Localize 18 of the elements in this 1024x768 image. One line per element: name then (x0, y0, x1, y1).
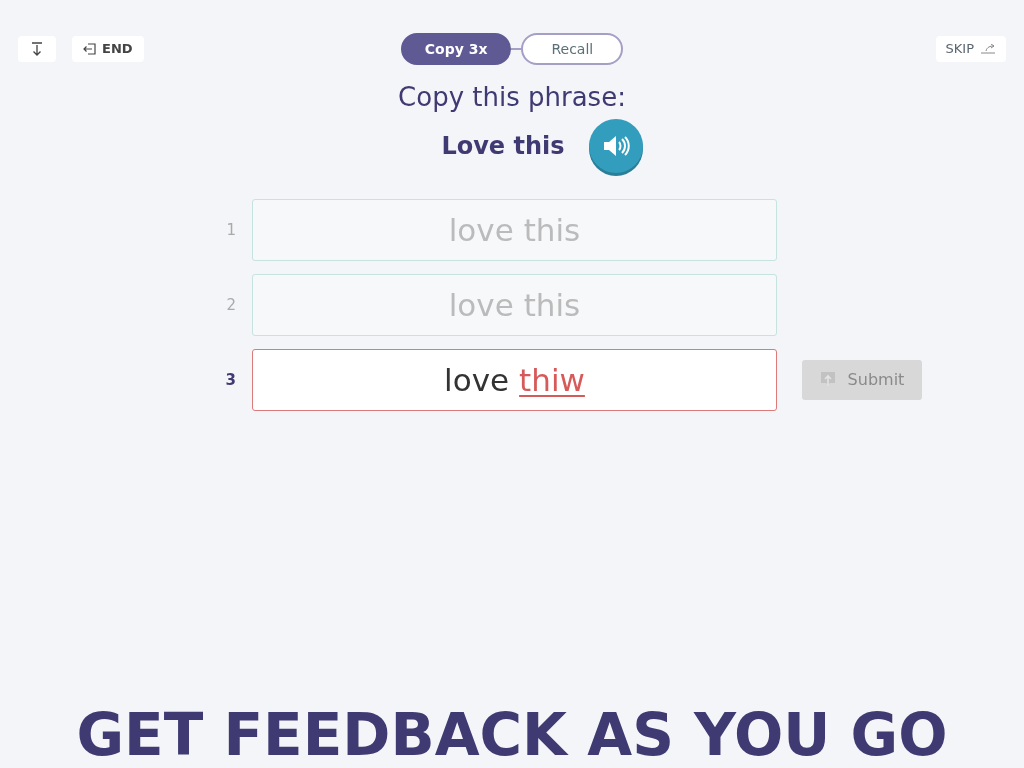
mode-tab[interactable]: Copy 3x (400, 33, 512, 65)
download-button[interactable] (18, 36, 56, 62)
attempt-number: 1 (225, 219, 237, 241)
phrase-text: Love this (441, 131, 565, 162)
end-button[interactable]: END (72, 36, 144, 62)
download-icon (31, 42, 43, 56)
upload-icon (819, 371, 836, 389)
audio-button[interactable] (588, 119, 643, 173)
exit-icon (83, 43, 97, 55)
mode-tab[interactable]: Recall (521, 33, 624, 65)
speaker-icon (601, 135, 630, 157)
banner-heading: GET FEEDBACK AS YOU GO (76, 706, 948, 764)
answer-field[interactable]: love thiw (252, 349, 777, 411)
attempt-number: 3 (224, 369, 237, 391)
attempt-number: 2 (225, 294, 237, 316)
skip-icon (980, 44, 996, 54)
skip-button[interactable]: SKIP (935, 36, 1006, 62)
instruction-text: Copy this phrase: (398, 81, 626, 114)
